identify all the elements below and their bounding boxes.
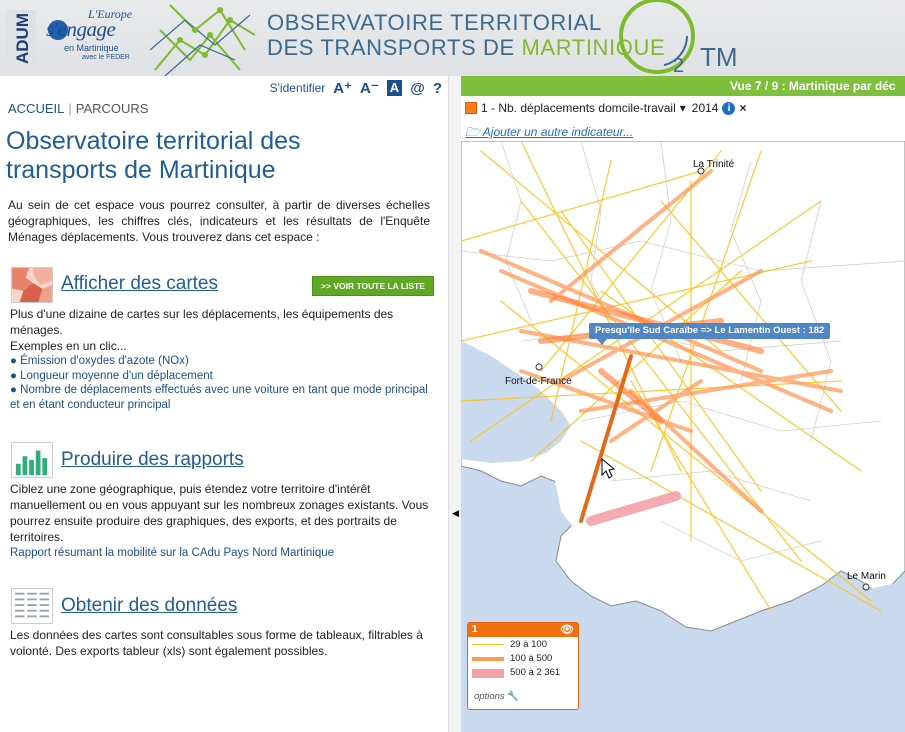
view-title-bar[interactable]: Vue 7 / 9 : Martinique par déc (461, 76, 905, 96)
legend-line-large (472, 669, 504, 678)
flow-tooltip: Presqu'île Sud Caraïbe => Le Lamentin Ou… (589, 323, 831, 339)
voir-liste-button[interactable]: >> VOIR TOUTE LA LISTE (312, 276, 434, 296)
produire-rapports-link[interactable]: Produire des rapports (61, 449, 244, 471)
europe-line2: s'engage (46, 17, 116, 41)
rapports-text: Ciblez une zone géographique, puis étend… (10, 482, 429, 544)
font-increase-icon[interactable]: A⁺ (333, 79, 352, 97)
indicator-bar: 1 - Nb. déplacements domcile-travail ▾ 2… (461, 96, 905, 120)
info-icon[interactable]: i (722, 101, 736, 115)
contact-icon[interactable]: @ (410, 80, 425, 97)
year-dropdown-icon[interactable]: ▾ (680, 101, 686, 115)
link-longueur-deplacement[interactable]: ● Longueur moyenne d'un déplacement (10, 369, 430, 384)
link-emission-nox[interactable]: ● Émission d'oxydes d'azote (NOx) (10, 354, 430, 369)
adum-logo[interactable]: ADUM (6, 10, 36, 68)
intro-text: Au sein de cet espace vous pourrez consu… (8, 198, 430, 244)
close-icon[interactable]: × (739, 101, 746, 115)
legend-row: 100 à 500 (468, 653, 578, 665)
legend-line-small (472, 644, 504, 645)
flow-map[interactable]: La Trinité Fort-de-France Le Marin Presq… (461, 141, 905, 732)
breadcrumb-current[interactable]: PARCOURS (76, 101, 149, 116)
contrast-icon[interactable]: A (386, 80, 403, 96)
app-root: ADUM L'Europe s'engage en Martinique ave… (0, 0, 905, 732)
place-le-marin: Le Marin (847, 571, 886, 582)
login-link[interactable]: S'identifier (270, 81, 326, 95)
legend-number: 1 (472, 624, 478, 635)
map-legend[interactable]: 1 👁 29 à 100 100 à 500 500 à 2 361 optio… (467, 622, 579, 710)
logo-tm: TM (700, 42, 738, 72)
header-title-line1: OBSERVATOIRE TERRITORIAL (267, 10, 602, 35)
cartes-description: Plus d'une dizaine de cartes sur les dép… (10, 306, 430, 412)
site-header: ADUM L'Europe s'engage en Martinique ave… (0, 0, 905, 76)
cartes-text: Plus d'une dizaine de cartes sur les dép… (10, 307, 394, 337)
rapports-description: Ciblez une zone géographique, puis étend… (10, 481, 430, 561)
legend-options-text: options (474, 691, 505, 702)
header-title-line2-a: DES TRANSPORTS DE (267, 35, 522, 60)
flow-tooltip-tail (597, 339, 607, 345)
page-title: Observatoire territorial des transports … (6, 127, 301, 184)
link-rapport-cap-nord[interactable]: Rapport résumant la mobilité sur la CAdu… (10, 546, 430, 561)
help-icon[interactable]: ? (433, 80, 442, 97)
obtenir-donnees-link[interactable]: Obtenir des données (61, 595, 237, 617)
legend-row: 500 à 2 361 (468, 667, 578, 679)
eye-icon[interactable]: 👁 (560, 623, 574, 637)
europe-feder-logo[interactable]: L'Europe s'engage en Martinique avec le … (44, 6, 144, 70)
europe-line4: avec le FEDER (82, 54, 130, 61)
panel-collapse-handle[interactable]: ◀ (448, 76, 461, 732)
user-toolbar: S'identifier A⁺ A⁻ A @ ? (270, 78, 442, 98)
breadcrumb-home[interactable]: ACCUEIL (8, 101, 64, 116)
legend-line-medium (472, 657, 504, 661)
folder-icon: 🗁 (465, 125, 483, 139)
add-indicator-text: Ajouter un autre indicateur... (482, 125, 634, 139)
legend-label: 500 à 2 361 (510, 667, 561, 678)
map-thumbnail-icon[interactable] (11, 267, 53, 303)
link-nombre-deplacements-voiture[interactable]: ● Nombre de déplacements effectués avec … (10, 383, 430, 412)
indicator-color-swatch (465, 102, 477, 114)
city-marker-le-marin[interactable] (862, 583, 870, 591)
city-marker-fort-de-france[interactable] (535, 363, 543, 371)
bar-chart-thumbnail-icon[interactable] (11, 442, 53, 478)
wrench-icon: 🔧 (507, 691, 520, 702)
legend-row: 29 à 100 (468, 639, 578, 651)
afficher-cartes-link[interactable]: Afficher des cartes (61, 273, 218, 295)
o2tm-logo[interactable]: 2 TM (605, 0, 775, 76)
left-panel: S'identifier A⁺ A⁻ A @ ? ACCUEIL | PARCOUR… (0, 76, 448, 732)
breadcrumb: ACCUEIL | PARCOURS (8, 101, 148, 116)
europe-line3: en Martinique (64, 43, 119, 53)
adum-text: ADUM (13, 13, 32, 64)
map-panel: Vue 7 / 9 : Martinique par déc 1 - Nb. d… (461, 76, 905, 732)
legend-label: 100 à 500 (510, 653, 553, 664)
legend-options-link[interactable]: options 🔧 (474, 691, 519, 702)
indicator-label[interactable]: 1 - Nb. déplacements domcile-travail (481, 101, 676, 115)
place-la-trinite: La Trinité (693, 159, 735, 170)
legend-header: 1 👁 (468, 623, 578, 637)
header-network-decoration (150, 4, 256, 76)
legend-label: 29 à 100 (510, 639, 547, 650)
donnees-description: Les données des cartes sont consultables… (10, 628, 423, 658)
breadcrumb-separator: | (68, 101, 72, 116)
logo-sub: 2 (673, 55, 684, 76)
table-thumbnail-icon[interactable] (11, 588, 53, 624)
year-select[interactable]: 2014 (692, 101, 719, 115)
collapse-arrow-icon[interactable]: ◀ (452, 508, 459, 519)
font-decrease-icon[interactable]: A⁻ (360, 79, 379, 97)
cartes-examples: Exemples en un clic... (10, 339, 127, 353)
place-fort-de-france: Fort-de-France (505, 376, 572, 387)
